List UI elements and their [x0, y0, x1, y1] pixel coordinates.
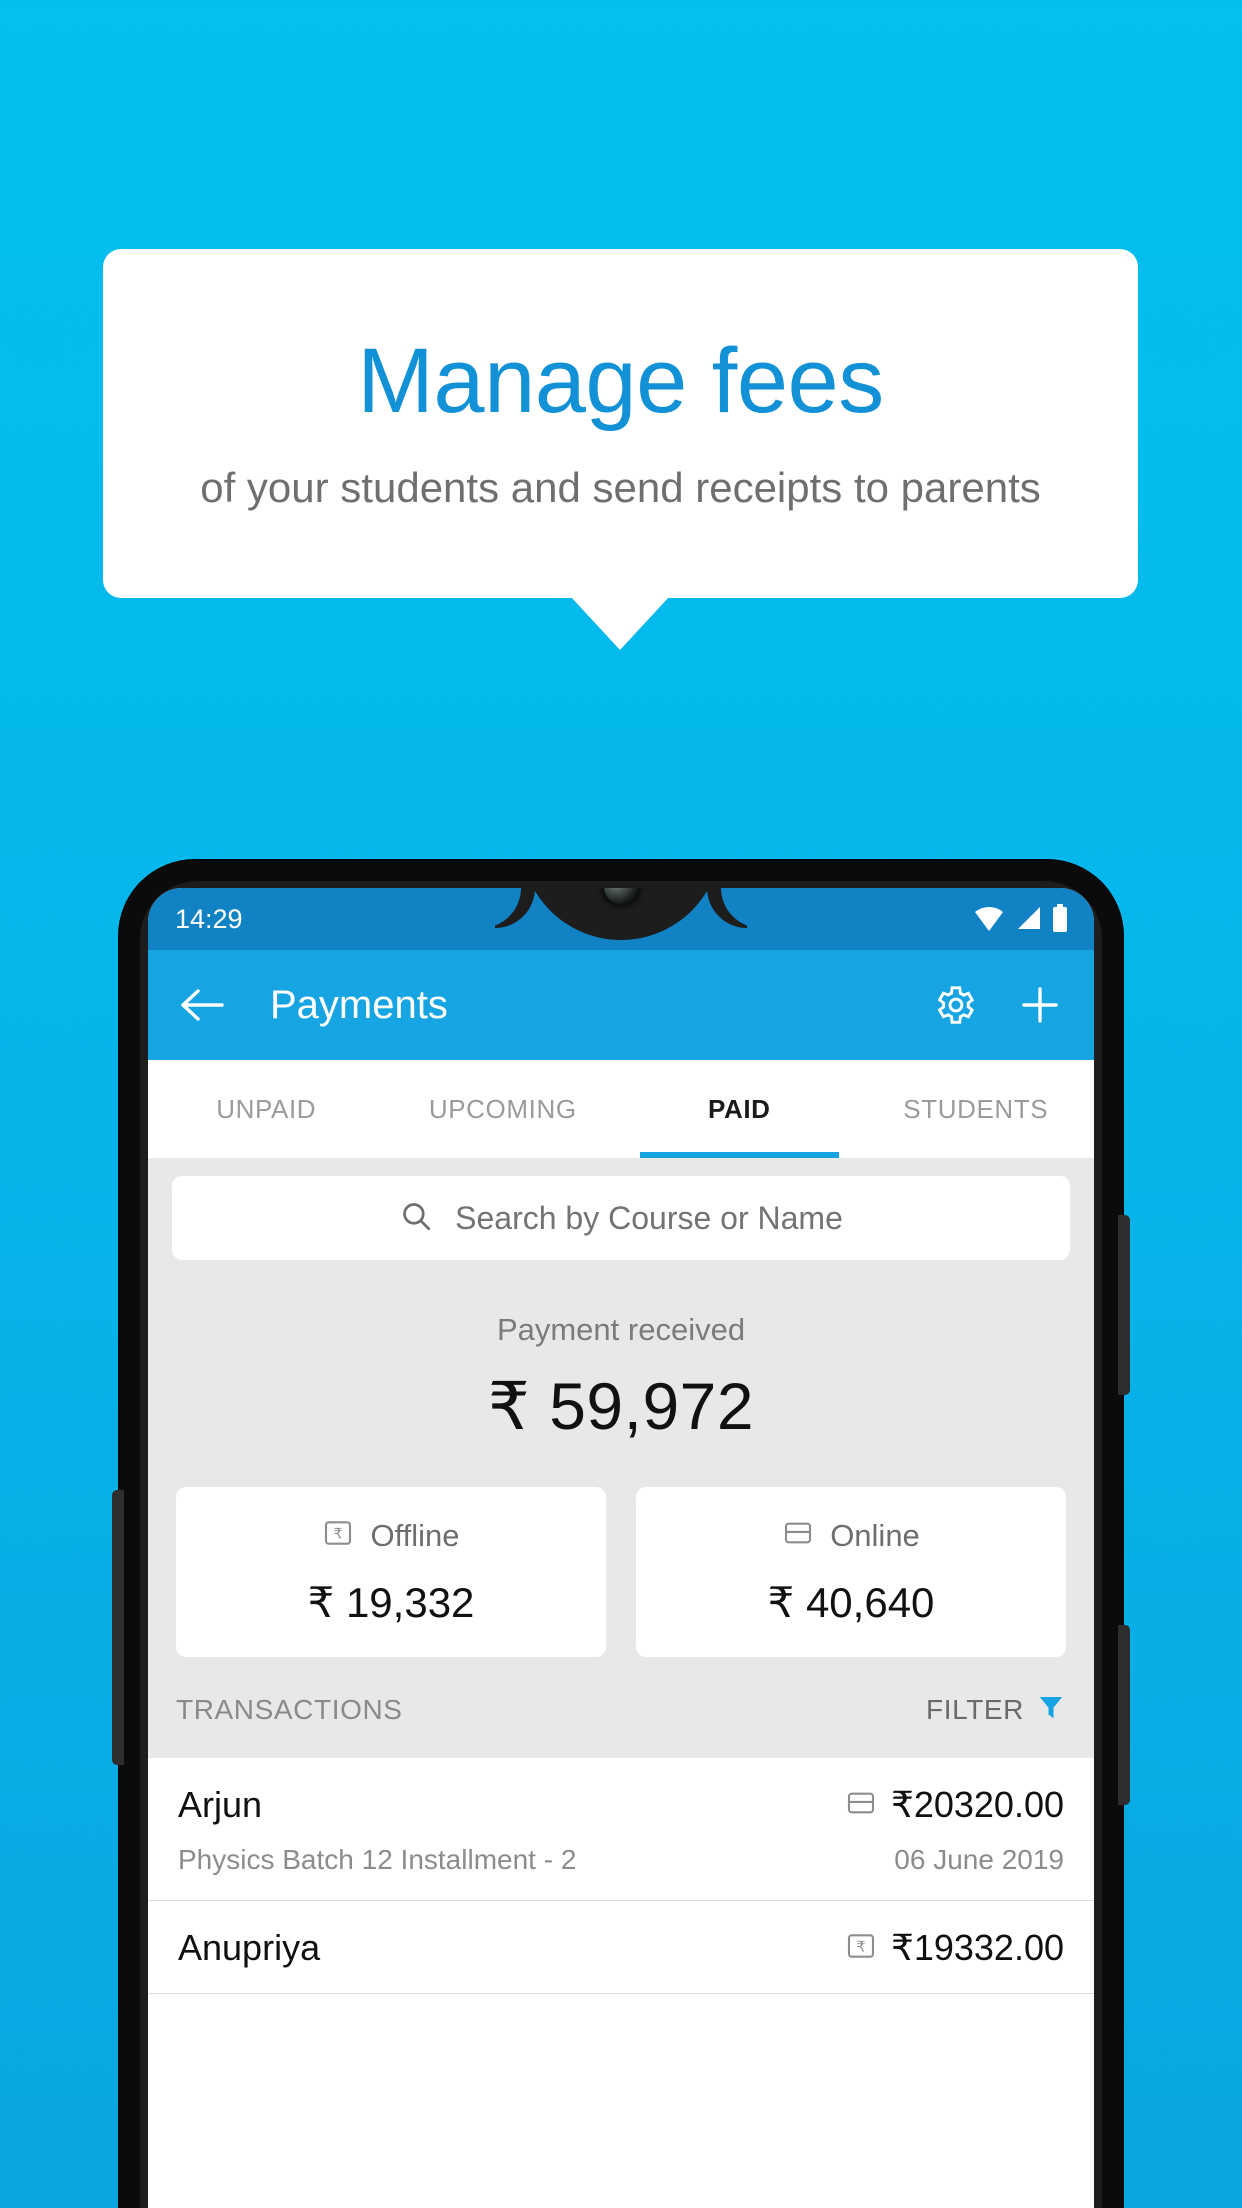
- svg-text:₹: ₹: [334, 1526, 343, 1542]
- back-button[interactable]: [176, 979, 228, 1031]
- transaction-amount: ₹19332.00: [890, 1927, 1064, 1968]
- promo-title: Manage fees: [357, 330, 884, 433]
- cash-note-icon: ₹: [322, 1517, 354, 1554]
- offline-card-head: ₹ Offline: [176, 1517, 606, 1554]
- settings-button[interactable]: [928, 979, 980, 1031]
- transaction-name: Anupriya: [178, 1927, 321, 1968]
- tab-students[interactable]: STUDENTS: [858, 1060, 1095, 1158]
- search-placeholder: Search by Course or Name: [455, 1199, 843, 1236]
- transaction-amount: ₹20320.00: [890, 1784, 1064, 1825]
- promo-subtitle: of your students and send receipts to pa…: [200, 464, 1041, 512]
- online-label: Online: [830, 1517, 920, 1553]
- payment-summary: Payment received ₹ 59,972: [148, 1260, 1094, 1445]
- online-amount: ₹ 40,640: [767, 1579, 935, 1626]
- signal-icon: [1014, 905, 1042, 931]
- wifi-icon: [974, 905, 1004, 931]
- promo-bubble-tail: [571, 597, 669, 650]
- front-camera-icon: [604, 888, 638, 904]
- transaction-amount-wrap: ₹20320.00: [845, 1784, 1064, 1826]
- transactions-title: TRANSACTIONS: [176, 1693, 403, 1725]
- online-card[interactable]: Online ₹ 40,640: [636, 1487, 1066, 1657]
- transaction-primary-line: Anupriya ₹ ₹19332.00: [178, 1927, 1064, 1969]
- search-input[interactable]: Search by Course or Name: [172, 1176, 1070, 1260]
- offline-amount: ₹ 19,332: [307, 1579, 475, 1626]
- phone-screen: 14:29 Payments UNPAID UPCOMING PAID STUD…: [148, 888, 1094, 2208]
- status-time: 14:29: [175, 904, 243, 934]
- offline-label: Offline: [370, 1517, 460, 1553]
- filter-label: FILTER: [926, 1693, 1024, 1725]
- svg-text:₹: ₹: [856, 1939, 865, 1955]
- add-payment-button[interactable]: [1014, 979, 1066, 1031]
- offline-card[interactable]: ₹ Offline ₹ 19,332: [176, 1487, 606, 1657]
- page-title: Payments: [270, 982, 448, 1027]
- cash-note-icon: ₹: [845, 1930, 877, 1967]
- online-card-head: Online: [636, 1517, 1066, 1554]
- transactions-list: Arjun ₹20320.00 Physics Batch 12 Install…: [148, 1758, 1094, 1994]
- hardware-button-left[interactable]: [112, 1490, 124, 1765]
- promo-bubble: Manage fees of your students and send re…: [103, 249, 1138, 598]
- payment-received-amount: ₹ 59,972: [487, 1369, 755, 1443]
- content-area: Search by Course or Name Payment receive…: [148, 1158, 1094, 1994]
- transaction-date: 06 June 2019: [894, 1844, 1064, 1875]
- payment-received-label: Payment received: [496, 1312, 746, 1347]
- transaction-secondary-line: Physics Batch 12 Installment - 2 06 June…: [178, 1844, 1064, 1876]
- transactions-header: TRANSACTIONS FILTER: [148, 1657, 1094, 1758]
- tab-paid[interactable]: PAID: [621, 1060, 858, 1158]
- battery-icon: [1052, 904, 1068, 932]
- status-bar: 14:29: [148, 888, 1094, 950]
- filter-button[interactable]: FILTER: [926, 1691, 1066, 1728]
- payment-method-cards: ₹ Offline ₹ 19,332 Online ₹ 40,640: [148, 1445, 1094, 1657]
- tab-upcoming[interactable]: UPCOMING: [385, 1060, 622, 1158]
- status-icons: [974, 904, 1068, 932]
- transaction-description: Physics Batch 12 Installment - 2: [178, 1844, 577, 1875]
- credit-card-icon: [782, 1517, 814, 1554]
- app-bar: Payments: [148, 950, 1094, 1060]
- search-icon: [399, 1199, 433, 1238]
- hardware-button-power[interactable]: [1118, 1215, 1130, 1395]
- table-row[interactable]: Arjun ₹20320.00 Physics Batch 12 Install…: [148, 1758, 1094, 1901]
- tab-bar: UNPAID UPCOMING PAID STUDENTS: [148, 1060, 1094, 1158]
- tab-unpaid[interactable]: UNPAID: [148, 1060, 385, 1158]
- transaction-amount-wrap: ₹ ₹19332.00: [845, 1927, 1064, 1969]
- table-row[interactable]: Anupriya ₹ ₹19332.00: [148, 1901, 1094, 1994]
- search-container: Search by Course or Name: [148, 1158, 1094, 1260]
- notch: [521, 888, 721, 940]
- funnel-icon: [1036, 1691, 1066, 1728]
- hardware-button-volume[interactable]: [1118, 1625, 1130, 1805]
- transaction-name: Arjun: [178, 1784, 263, 1825]
- credit-card-icon: [845, 1787, 877, 1824]
- transaction-primary-line: Arjun ₹20320.00: [178, 1784, 1064, 1826]
